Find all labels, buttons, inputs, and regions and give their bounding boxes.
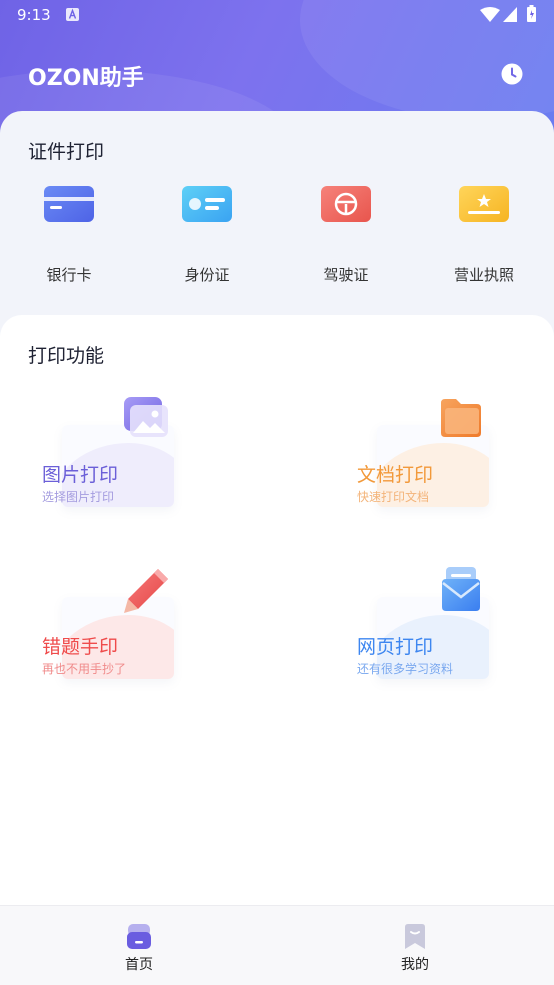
card-picture-print[interactable]: 图片打印 选择图片打印: [42, 395, 222, 545]
home-icon: [127, 924, 151, 949]
cert-item-id-card[interactable]: 身份证: [157, 186, 257, 286]
section-title: 证件打印: [28, 141, 105, 163]
nav-item-mine[interactable]: 我的: [345, 906, 485, 985]
card-subtitle: 还有很多学习资料: [357, 662, 454, 676]
history-clock-icon[interactable]: [501, 63, 523, 85]
pencil-icon: [124, 569, 168, 613]
nav-label: 我的: [401, 957, 429, 973]
cert-label: 身份证: [184, 266, 230, 284]
app-title: OZON助手: [28, 66, 144, 91]
battery-icon: [527, 5, 536, 22]
card-title: 文档打印: [357, 464, 434, 486]
notification-icon: [66, 8, 79, 21]
cert-item-business-license[interactable]: 营业执照: [434, 186, 534, 286]
id-card-icon: [182, 186, 232, 222]
card-document-print[interactable]: 文档打印 快速打印文档: [357, 395, 537, 545]
section-title: 打印功能: [28, 345, 105, 367]
cert-label: 银行卡: [46, 266, 92, 284]
card-mistake-print[interactable]: 错题手印 再也不用手抄了: [42, 567, 222, 717]
cert-label: 营业执照: [453, 266, 514, 284]
signal-icon: [503, 7, 517, 22]
mail-icon: [442, 567, 480, 611]
status-time: 9:13: [17, 6, 51, 24]
nav-label: 首页: [125, 957, 153, 973]
bottom-nav: 首页 我的: [0, 905, 554, 985]
bookmark-icon: [405, 924, 425, 949]
card-subtitle: 再也不用手抄了: [42, 662, 127, 676]
picture-icon: [124, 397, 168, 437]
cert-item-bank-card[interactable]: 银行卡: [19, 186, 119, 286]
card-title: 网页打印: [357, 636, 434, 658]
wifi-icon: [480, 7, 500, 22]
folder-icon: [441, 399, 481, 437]
status-bar: 9:13: [0, 0, 554, 30]
cert-item-driver-license[interactable]: 驾驶证: [296, 186, 396, 286]
card-subtitle: 快速打印文档: [357, 490, 430, 504]
card-title: 图片打印: [42, 464, 119, 486]
steering-wheel-icon: [321, 186, 371, 222]
cert-label: 驾驶证: [323, 266, 369, 284]
card-webpage-print[interactable]: 网页打印 还有很多学习资料: [357, 567, 537, 717]
business-license-icon: [459, 186, 509, 222]
card-subtitle: 选择图片打印: [42, 490, 115, 504]
card-title: 错题手印: [42, 636, 119, 658]
bank-card-icon: [44, 186, 94, 222]
print-functions-section: 打印功能 图片打印 选择图片打印 文档打印 快速打印文档 错题手印 再也不用手抄…: [0, 315, 554, 907]
nav-item-home[interactable]: 首页: [69, 906, 209, 985]
